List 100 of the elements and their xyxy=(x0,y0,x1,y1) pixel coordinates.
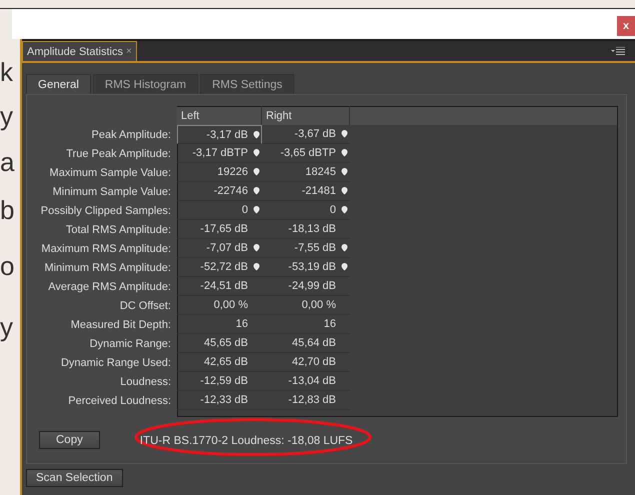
table-cell[interactable]: 0 xyxy=(177,201,262,220)
background-text: k xyxy=(0,59,14,85)
marker-icon[interactable] xyxy=(341,244,348,252)
cell-value: 0,00 % xyxy=(302,299,336,311)
background-text: a xyxy=(0,149,16,175)
row-label: Dynamic Range: xyxy=(88,336,172,352)
cell-value: -22746 xyxy=(214,185,248,197)
menu-icon[interactable] xyxy=(611,47,625,55)
table-cell[interactable]: -21481 xyxy=(262,182,350,201)
panel-title: Amplitude Statistics xyxy=(27,46,123,58)
table-cell[interactable]: -12,59 dB xyxy=(177,372,262,391)
cell-value: 18245 xyxy=(305,166,336,178)
row-label: Possibly Clipped Samples: xyxy=(40,204,172,218)
cell-value: 0,00 % xyxy=(214,299,248,311)
cell-value: -18,13 dB xyxy=(288,223,336,235)
table-cell[interactable]: 19226 xyxy=(177,163,262,182)
marker-icon[interactable] xyxy=(341,206,348,214)
table-cell[interactable]: 42,70 dB xyxy=(262,353,350,372)
marker-icon[interactable] xyxy=(253,168,260,176)
marker-icon[interactable] xyxy=(341,130,348,138)
column-header: Right xyxy=(262,106,350,126)
column-header: Left xyxy=(177,106,262,126)
marker-icon[interactable] xyxy=(253,187,260,195)
close-icon[interactable]: × xyxy=(126,46,132,57)
table-cell[interactable]: -52,72 dB xyxy=(177,258,262,277)
cell-value: 16 xyxy=(324,318,336,330)
row-label: Average RMS Amplitude: xyxy=(47,280,172,294)
table-cell[interactable]: 45,65 dB xyxy=(177,334,262,353)
cell-value: 16 xyxy=(236,318,248,330)
cell-value: -12,59 dB xyxy=(200,375,248,387)
cell-value: -3,17 dB xyxy=(206,128,248,140)
row-label: Perceived Loudness: xyxy=(67,394,172,408)
copy-button[interactable]: Copy xyxy=(39,431,100,449)
table-cell[interactable]: -12,83 dB xyxy=(262,391,350,410)
cell-value: -21481 xyxy=(302,185,336,197)
row-label: Loudness: xyxy=(119,374,172,390)
row-label: Measured Bit Depth: xyxy=(70,318,172,332)
table-cell[interactable]: 0,00 % xyxy=(177,296,262,315)
cell-value: 45,65 dB xyxy=(204,337,248,349)
marker-icon[interactable] xyxy=(253,130,260,138)
cell-value: -3,17 dBTP xyxy=(192,147,248,159)
table-cell[interactable]: -3,17 dBTP xyxy=(177,144,262,163)
close-button[interactable]: x xyxy=(617,16,635,36)
table-cell[interactable]: 45,64 dB xyxy=(262,334,350,353)
row-label: Maximum Sample Value: xyxy=(48,166,172,180)
cell-value: -24,51 dB xyxy=(200,280,248,292)
tab[interactable]: RMS Histogram xyxy=(92,74,198,94)
cell-value: -24,99 dB xyxy=(288,280,336,292)
marker-icon[interactable] xyxy=(253,244,260,252)
cell-value: -52,72 dB xyxy=(200,261,248,273)
table-cell[interactable]: 16 xyxy=(262,315,350,334)
background-text: y xyxy=(0,103,14,129)
table-cell[interactable]: -24,51 dB xyxy=(177,277,262,296)
row-label: Minimum RMS Amplitude: xyxy=(43,260,172,276)
cell-value: -13,04 dB xyxy=(288,375,336,387)
cell-value: -7,07 dB xyxy=(206,242,248,254)
cell-value: 45,64 dB xyxy=(292,337,336,349)
marker-icon[interactable] xyxy=(253,206,260,214)
table-cell[interactable]: -24,99 dB xyxy=(262,277,350,296)
marker-icon[interactable] xyxy=(341,149,348,157)
table-cell[interactable]: 18245 xyxy=(262,163,350,182)
cell-value: 0 xyxy=(330,204,336,216)
marker-icon[interactable] xyxy=(253,263,260,271)
table-cell[interactable]: -17,65 dB xyxy=(177,220,262,239)
table-cell[interactable]: -22746 xyxy=(177,182,262,201)
cell-value: 19226 xyxy=(217,166,248,178)
marker-icon[interactable] xyxy=(341,187,348,195)
scan-selection-button[interactable]: Scan Selection xyxy=(26,469,123,487)
table-cell[interactable]: 42,65 dB xyxy=(177,353,262,372)
table-cell[interactable]: 0,00 % xyxy=(262,296,350,315)
table-cell[interactable]: 16 xyxy=(177,315,262,334)
cell-value: -17,65 dB xyxy=(200,223,248,235)
tab[interactable]: General xyxy=(26,74,91,94)
table-cell[interactable]: -3,65 dBTP xyxy=(262,144,350,163)
table-cell[interactable]: -53,19 dB xyxy=(262,258,350,277)
table-cell[interactable]: 0 xyxy=(262,201,350,220)
background-text: y xyxy=(0,314,14,340)
table-cell[interactable]: -3,67 dB xyxy=(262,125,350,144)
cell-value: -3,65 dBTP xyxy=(280,147,336,159)
row-label: Total RMS Amplitude: xyxy=(64,222,172,238)
cell-value: 0 xyxy=(242,204,248,216)
row-label: Peak Amplitude: xyxy=(90,128,172,142)
background-text: b xyxy=(0,197,16,223)
cell-value: -12,83 dB xyxy=(288,394,336,406)
table-cell[interactable]: -18,13 dB xyxy=(262,220,350,239)
cell-value: 42,65 dB xyxy=(204,356,248,368)
cell-value: -12,33 dB xyxy=(200,394,248,406)
panel-tab[interactable]: Amplitude Statistics × xyxy=(22,41,137,61)
tab[interactable]: RMS Settings xyxy=(200,74,294,94)
row-label: True Peak Amplitude: xyxy=(65,146,172,162)
table-cell[interactable]: -7,55 dB xyxy=(262,239,350,258)
marker-icon[interactable] xyxy=(341,263,348,271)
marker-icon[interactable] xyxy=(341,168,348,176)
cell-value: -53,19 dB xyxy=(288,261,336,273)
table-cell[interactable]: -13,04 dB xyxy=(262,372,350,391)
table-cell[interactable]: -3,17 dB xyxy=(177,125,262,144)
table-cell[interactable]: -12,33 dB xyxy=(177,391,262,410)
marker-icon[interactable] xyxy=(253,149,260,157)
cell-value: -3,67 dB xyxy=(294,128,336,140)
table-cell[interactable]: -7,07 dB xyxy=(177,239,262,258)
